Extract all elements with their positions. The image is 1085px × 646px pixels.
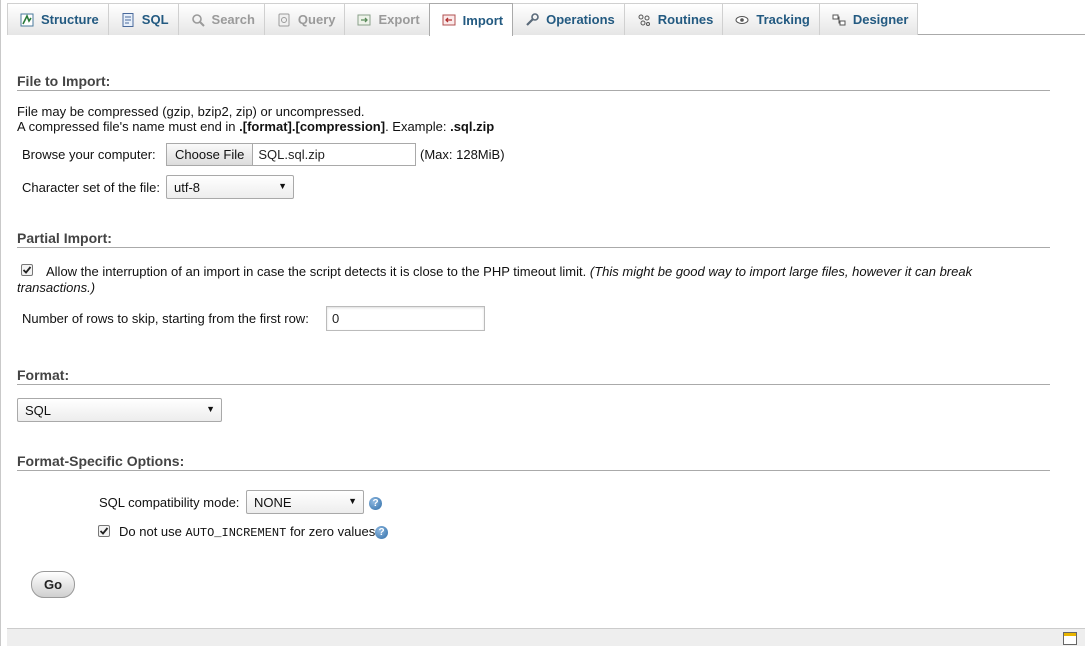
tab-label: Export xyxy=(378,12,420,27)
browse-label: Browse your computer: xyxy=(22,147,156,162)
auto-increment-post: for zero values xyxy=(289,524,376,539)
go-button[interactable]: Go xyxy=(31,571,75,598)
console-bar xyxy=(7,628,1085,646)
auto-increment-label: Do not use AUTO_INCREMENT for zero value… xyxy=(119,524,375,540)
tab-sql[interactable]: SQL xyxy=(107,3,179,35)
auto-increment-pre: Do not use xyxy=(119,524,182,539)
allow-interrupt-note: (This might be good way to import large … xyxy=(589,264,973,279)
compat-mode-label: SQL compatibility mode: xyxy=(99,495,240,510)
tab-label: Import xyxy=(462,12,504,28)
tab-label: Designer xyxy=(852,12,909,27)
skip-rows-input[interactable] xyxy=(326,306,485,331)
compression-note: File may be compressed (gzip, bzip2, zip… xyxy=(17,104,365,119)
allow-interrupt-text: Allow the interruption of an import in c… xyxy=(46,264,587,279)
search-icon xyxy=(190,12,206,28)
filename-note-pre: A compressed file's name must end in xyxy=(17,119,240,134)
tab-label: Search xyxy=(211,12,255,27)
wrench-icon xyxy=(524,12,540,28)
tab-tracking[interactable]: Tracking xyxy=(722,3,820,35)
chevron-down-icon: ▼ xyxy=(206,404,215,414)
format-title: Format: xyxy=(17,367,1050,385)
compat-mode-select[interactable]: NONE ▼ xyxy=(246,490,364,514)
choose-file-button[interactable]: Choose File xyxy=(167,144,254,165)
selected-file-name: SQL.sql.zip xyxy=(258,147,325,162)
charset-value: utf-8 xyxy=(174,179,201,195)
export-icon xyxy=(356,12,372,28)
filename-note: A compressed file's name must end in .[f… xyxy=(17,119,494,134)
tab-export[interactable]: Export xyxy=(344,3,430,35)
tab-label: SQL xyxy=(141,12,169,27)
tab-structure[interactable]: Structure xyxy=(7,3,109,35)
tab-routines[interactable]: Routines xyxy=(623,3,724,35)
eye-icon xyxy=(734,12,750,28)
chevron-down-icon: ▼ xyxy=(278,181,287,191)
tab-label: Operations xyxy=(546,12,615,27)
structure-icon xyxy=(19,12,35,28)
console-icon[interactable] xyxy=(1063,632,1077,645)
tab-bar: Structure SQL Search Query Export Import xyxy=(7,3,1085,36)
partial-import-title: Partial Import: xyxy=(17,230,1050,248)
compat-mode-value: NONE xyxy=(254,494,292,510)
help-icon[interactable]: ? xyxy=(369,497,382,510)
charset-select[interactable]: utf-8 ▼ xyxy=(166,175,294,199)
query-icon xyxy=(276,12,292,28)
format-options-title: Format-Specific Options: xyxy=(17,453,1050,471)
allow-interrupt-checkbox[interactable] xyxy=(21,264,33,276)
max-size-label: (Max: 128MiB) xyxy=(420,147,505,162)
allow-interrupt-label: Allow the interruption of an import in c… xyxy=(46,264,972,279)
tab-label: Tracking xyxy=(756,12,810,27)
file-input[interactable]: Choose File SQL.sql.zip xyxy=(166,143,416,166)
tab-import[interactable]: Import xyxy=(428,3,514,36)
tab-operations[interactable]: Operations xyxy=(512,3,625,35)
charset-label: Character set of the file: xyxy=(22,180,161,195)
tab-search[interactable]: Search xyxy=(177,3,265,35)
help-icon[interactable]: ? xyxy=(375,526,388,539)
tab-label: Structure xyxy=(41,12,99,27)
format-value: SQL xyxy=(25,402,52,418)
import-icon xyxy=(441,12,457,28)
skip-rows-label: Number of rows to skip, starting from th… xyxy=(22,311,309,326)
auto-increment-checkbox[interactable] xyxy=(98,525,110,537)
tab-query[interactable]: Query xyxy=(263,3,346,35)
allow-interrupt-note-continued: transactions.) xyxy=(17,280,95,295)
filename-note-format: .[format].[compression] xyxy=(239,119,386,134)
chevron-down-icon: ▼ xyxy=(348,496,357,506)
tab-designer[interactable]: Designer xyxy=(818,3,919,35)
routines-icon xyxy=(636,12,652,28)
tab-label: Query xyxy=(297,12,336,27)
checkmark-icon xyxy=(99,527,109,535)
auto-increment-code: AUTO_INCREMENT xyxy=(185,526,287,540)
left-border xyxy=(0,0,1,646)
format-select[interactable]: SQL ▼ xyxy=(17,398,222,422)
checkmark-icon xyxy=(22,266,32,274)
tab-label: Routines xyxy=(657,12,714,27)
allow-interrupt-note-end: transactions.) xyxy=(17,280,96,295)
file-import-title: File to Import: xyxy=(17,73,1050,91)
sql-icon xyxy=(120,12,136,28)
filename-note-example: .sql.zip xyxy=(450,119,495,134)
designer-icon xyxy=(831,12,847,28)
filename-note-mid: . Example: xyxy=(385,119,451,134)
